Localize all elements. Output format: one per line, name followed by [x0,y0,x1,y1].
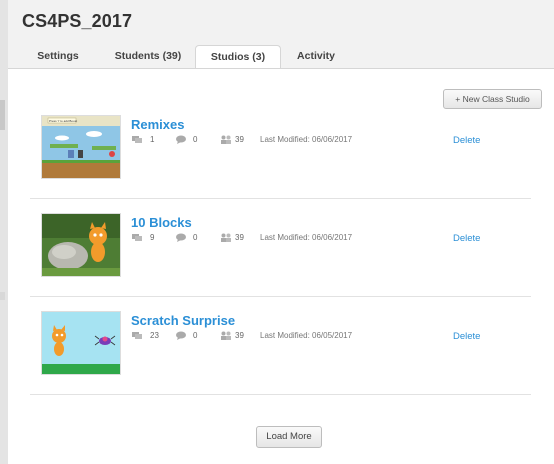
scratch-surprise-thumbnail-image [42,312,120,374]
last-modified: Last Modified: 06/06/2017 [260,135,353,144]
tab-settings[interactable]: Settings [20,45,96,69]
curators-count: 39 [235,331,244,340]
curators-count: 39 [235,135,244,144]
thumbnail-caption: Press Y to add Boost [49,119,77,123]
delete-link[interactable]: Delete [453,233,480,244]
tab-studios[interactable]: Studios (3) [195,45,281,70]
comments-icon [132,332,142,339]
projects-count: 0 [193,135,198,144]
curators-count: 39 [235,233,244,242]
row-divider [30,394,531,395]
last-modified: Last Modified: 06/05/2017 [260,331,353,340]
studio-row: Scratch Surprise 23 0 39 Last Modified: … [30,297,531,395]
comments-count: 1 [150,135,155,144]
studio-thumbnail[interactable] [41,213,121,277]
load-more-button[interactable]: Load More [256,426,322,448]
delete-link[interactable]: Delete [453,331,480,342]
remixes-thumbnail-image: Press Y to add Boost [42,116,120,178]
left-edge-mark [0,292,5,300]
people-icon [221,233,231,242]
delete-link[interactable]: Delete [453,135,480,146]
tab-students[interactable]: Students (39) [102,45,194,69]
speech-bubble-icon [176,331,186,340]
ten-blocks-thumbnail-image [42,214,120,276]
comments-icon [132,234,142,241]
left-edge-strip [0,0,8,464]
studio-thumbnail[interactable]: Press Y to add Boost [41,115,121,179]
speech-bubble-icon [176,135,186,144]
tab-activity[interactable]: Activity [286,45,346,69]
people-icon [221,135,231,144]
studio-row: Press Y to add Boost Remixes 1 0 39 Last… [30,101,531,199]
studio-thumbnail[interactable] [41,311,121,375]
studio-name[interactable]: 10 Blocks [131,215,192,230]
speech-bubble-icon [176,233,186,242]
studio-row: 10 Blocks 9 0 39 Last Modified: 06/06/20… [30,199,531,297]
studio-name[interactable]: Scratch Surprise [131,313,235,328]
people-icon [221,331,231,340]
projects-count: 0 [193,331,198,340]
comments-count: 23 [150,331,159,340]
left-edge-mark [0,100,5,130]
studio-name[interactable]: Remixes [131,117,184,132]
page-title: CS4PS_2017 [22,11,133,31]
comments-count: 9 [150,233,155,242]
last-modified: Last Modified: 06/06/2017 [260,233,353,242]
projects-count: 0 [193,233,198,242]
comments-icon [132,136,142,143]
